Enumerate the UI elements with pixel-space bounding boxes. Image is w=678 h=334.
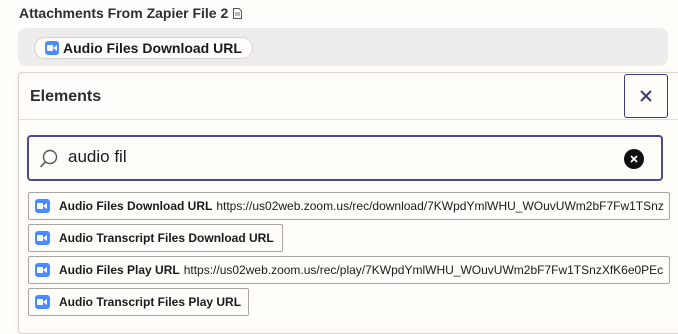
field-label: Attachments From Zapier File 2 <box>19 5 243 21</box>
zoom-icon <box>45 41 59 55</box>
close-button[interactable] <box>624 74 668 118</box>
selected-field-pill[interactable]: Audio Files Download URL <box>34 37 253 59</box>
search-input[interactable] <box>68 147 608 167</box>
zoom-icon <box>35 263 50 277</box>
option-item[interactable]: Audio Files Download URL https://us02web… <box>28 192 670 220</box>
option-label: Audio Files Play URL <box>59 263 180 277</box>
option-value: https://us02web.zoom.us/rec/download/7KW… <box>216 199 664 213</box>
elements-panel-title: Elements <box>30 88 102 105</box>
document-icon <box>233 7 243 19</box>
elements-panel-header: Elements <box>19 73 678 120</box>
close-icon <box>640 90 652 102</box>
option-label: Audio Files Download URL <box>59 199 213 213</box>
option-item[interactable]: Audio Transcript Files Download URL <box>28 224 283 252</box>
search-box[interactable] <box>27 135 663 181</box>
option-value: https://us02web.zoom.us/rec/play/7KWpdYm… <box>183 263 664 277</box>
option-label: Audio Transcript Files Download URL <box>59 231 274 245</box>
clear-icon <box>630 155 638 163</box>
zoom-icon <box>35 199 50 213</box>
option-item[interactable]: Audio Files Play URL https://us02web.zoo… <box>28 256 670 284</box>
field-label-text: Attachments From Zapier File 2 <box>19 5 229 21</box>
option-label: Audio Transcript Files Play URL <box>59 295 242 309</box>
zoom-icon <box>35 231 50 245</box>
zoom-icon <box>35 295 50 309</box>
option-item[interactable]: Audio Transcript Files Play URL <box>28 288 249 316</box>
elements-panel: Elements Audio Files Download URL https:… <box>18 72 678 334</box>
search-icon <box>39 149 58 168</box>
selected-field-pill-label: Audio Files Download URL <box>63 40 242 56</box>
clear-search-button[interactable] <box>624 149 644 169</box>
mapped-field-input[interactable]: Audio Files Download URL <box>18 28 668 66</box>
